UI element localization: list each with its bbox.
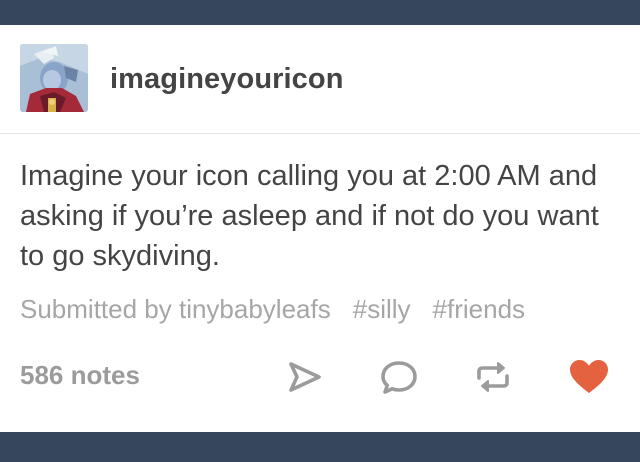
post-text: Imagine your icon calling you at 2:00 AM… <box>20 160 599 272</box>
reply-icon <box>381 361 417 394</box>
reblog-button[interactable] <box>473 357 513 397</box>
like-button[interactable] <box>569 357 609 397</box>
tag-friends[interactable]: #friends <box>433 294 526 325</box>
reblog-icon <box>477 362 509 392</box>
post-footer: 586 notes <box>0 345 640 405</box>
heart-icon <box>570 360 608 393</box>
dashboard-bottom-band <box>0 432 640 462</box>
post-header: imagineyouricon <box>0 25 640 134</box>
avatar[interactable] <box>20 44 88 112</box>
dashboard-top-band <box>0 0 640 25</box>
share-button[interactable] <box>285 357 325 397</box>
avatar-character-icon <box>20 44 88 112</box>
post-username[interactable]: imagineyouricon <box>110 63 344 96</box>
post-meta: Submitted by tinybabyleafs #silly #friends <box>20 294 640 334</box>
share-icon <box>289 362 321 392</box>
reply-button[interactable] <box>379 357 419 397</box>
tag-silly[interactable]: #silly <box>353 294 411 325</box>
post-card: imagineyouricon Imagine your icon callin… <box>0 25 640 432</box>
notes-count[interactable]: 586 notes <box>20 360 140 391</box>
submitted-by[interactable]: Submitted by tinybabyleafs <box>20 294 331 325</box>
